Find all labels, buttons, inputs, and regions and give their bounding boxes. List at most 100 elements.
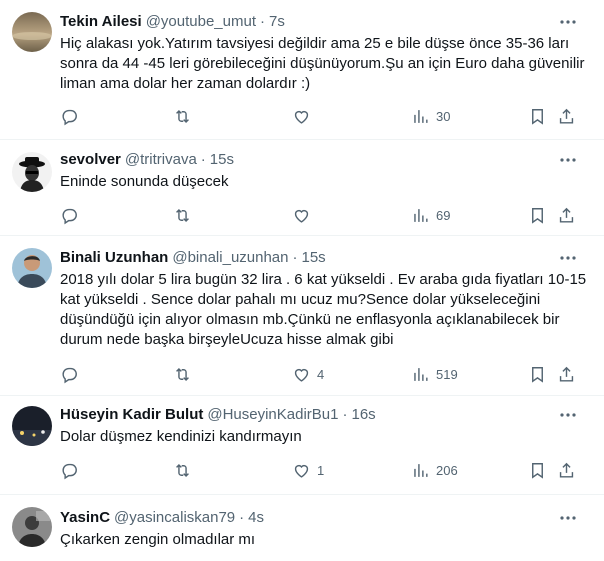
separator-dot: · <box>342 406 348 423</box>
author-handle[interactable]: @binali_uzunhan <box>172 248 288 268</box>
separator-dot: · <box>200 151 206 168</box>
avatar-image <box>12 507 52 547</box>
more-options-button[interactable] <box>558 508 578 528</box>
like-button[interactable]: 1 <box>292 461 324 480</box>
more-options-button[interactable] <box>558 248 578 268</box>
share-button[interactable] <box>557 461 576 480</box>
avatar[interactable] <box>12 507 52 547</box>
avatar[interactable] <box>12 248 52 288</box>
share-button[interactable] <box>557 365 576 384</box>
avatar-image <box>12 406 52 446</box>
tweet-text: Dolar düşmez kendinizi kandırmayın <box>60 428 302 445</box>
heart-icon <box>294 110 309 124</box>
retweet-button[interactable] <box>173 461 198 480</box>
retweet-button[interactable] <box>173 365 198 384</box>
more-horizontal-icon <box>560 20 576 24</box>
tweet-text: Hiç alakası yok.Yatırım tavsiyesi değild… <box>60 35 585 92</box>
retweet-icon <box>176 208 189 222</box>
view-count: 30 <box>436 108 451 124</box>
tweet-header: Hüseyin Kadir Bulut @HuseyinKadirBu1 · 1… <box>60 405 592 425</box>
like-button[interactable] <box>292 107 317 126</box>
timestamp[interactable]: 16s <box>352 405 376 425</box>
tweet[interactable]: YasinC @yasincaliskan79 · 4s Çıkarken ze… <box>0 495 604 561</box>
more-horizontal-icon <box>560 256 576 260</box>
more-horizontal-icon <box>560 413 576 417</box>
views-button[interactable]: 206 <box>411 461 458 480</box>
views-button[interactable]: 69 <box>411 206 450 225</box>
avatar-image <box>12 248 52 288</box>
views-chart-icon <box>414 463 428 477</box>
like-count: 4 <box>317 366 325 382</box>
bookmark-button[interactable] <box>528 206 547 225</box>
heart-icon <box>294 464 309 478</box>
bookmark-icon <box>532 366 543 383</box>
tweet[interactable]: Binali Uzunhan @binali_uzunhan · 15s 201… <box>0 236 604 396</box>
tweet-actions: 69 <box>60 205 592 225</box>
share-button[interactable] <box>557 107 576 126</box>
author-name[interactable]: Hüseyin Kadir Bulut <box>60 405 203 425</box>
like-button[interactable] <box>292 206 317 225</box>
author-name[interactable]: Tekin Ailesi <box>60 12 142 32</box>
tweet[interactable]: sevolver @tritrivava · 15s Eninde sonund… <box>0 140 604 236</box>
share-button[interactable] <box>557 206 576 225</box>
more-horizontal-icon <box>560 158 576 162</box>
views-chart-icon <box>414 109 428 123</box>
retweet-button[interactable] <box>173 206 198 225</box>
view-count: 519 <box>436 366 458 382</box>
bookmark-button[interactable] <box>528 461 547 480</box>
avatar-image <box>12 152 52 192</box>
tweet[interactable]: Tekin Ailesi @youtube_umut · 7s Hiç alak… <box>0 0 604 140</box>
tweet-header: YasinC @yasincaliskan79 · 4s <box>60 508 592 528</box>
timestamp[interactable]: 7s <box>269 12 285 32</box>
timeline-feed: Tekin Ailesi @youtube_umut · 7s Hiç alak… <box>0 0 604 561</box>
bookmark-icon <box>532 108 543 125</box>
tweet-actions: 1 206 <box>60 460 592 480</box>
timestamp[interactable]: 15s <box>302 248 326 268</box>
more-options-button[interactable] <box>558 12 578 32</box>
bookmark-button[interactable] <box>528 107 547 126</box>
tweet-header: sevolver @tritrivava · 15s <box>60 150 592 170</box>
share-icon <box>559 462 574 478</box>
author-name[interactable]: Binali Uzunhan <box>60 248 168 268</box>
bookmark-button[interactable] <box>528 365 547 384</box>
separator-dot: · <box>292 249 298 266</box>
avatar[interactable] <box>12 152 52 192</box>
author-handle[interactable]: @tritrivava <box>125 150 197 170</box>
author-handle[interactable]: @yasincaliskan79 <box>114 508 235 528</box>
tweet-header: Tekin Ailesi @youtube_umut · 7s <box>60 12 592 32</box>
tweet[interactable]: Hüseyin Kadir Bulut @HuseyinKadirBu1 · 1… <box>0 396 604 495</box>
timestamp[interactable]: 15s <box>210 150 234 170</box>
avatar[interactable] <box>12 12 52 52</box>
author-handle[interactable]: @youtube_umut <box>146 12 256 32</box>
reply-button[interactable] <box>60 206 85 225</box>
retweet-button[interactable] <box>173 107 198 126</box>
timestamp[interactable]: 4s <box>248 508 264 528</box>
reply-button[interactable] <box>60 461 85 480</box>
bookmark-icon <box>532 462 543 479</box>
reply-icon <box>62 463 77 479</box>
like-count: 1 <box>317 462 325 478</box>
reply-button[interactable] <box>60 107 85 126</box>
more-horizontal-icon <box>560 516 576 520</box>
author-name[interactable]: sevolver <box>60 150 121 170</box>
views-chart-icon <box>414 367 428 381</box>
views-button[interactable]: 519 <box>411 365 458 384</box>
view-count: 69 <box>436 207 451 223</box>
reply-button[interactable] <box>60 365 85 384</box>
retweet-icon <box>176 367 189 381</box>
like-button[interactable]: 4 <box>292 365 324 384</box>
author-name[interactable]: YasinC <box>60 508 110 528</box>
avatar[interactable] <box>12 406 52 446</box>
more-options-button[interactable] <box>558 150 578 170</box>
separator-dot: · <box>260 13 265 30</box>
reply-icon <box>62 367 77 383</box>
views-button[interactable]: 30 <box>411 107 450 126</box>
tweet-text: 2018 yılı dolar 5 lira bugün 32 lira . 6… <box>60 271 587 348</box>
retweet-icon <box>176 109 189 123</box>
author-handle[interactable]: @HuseyinKadirBu1 <box>207 405 338 425</box>
tweet-text: Çıkarken zengin olmadılar mı <box>60 531 256 548</box>
views-chart-icon <box>414 208 428 222</box>
reply-icon <box>62 208 77 224</box>
more-options-button[interactable] <box>558 405 578 425</box>
avatar-image <box>12 12 52 52</box>
